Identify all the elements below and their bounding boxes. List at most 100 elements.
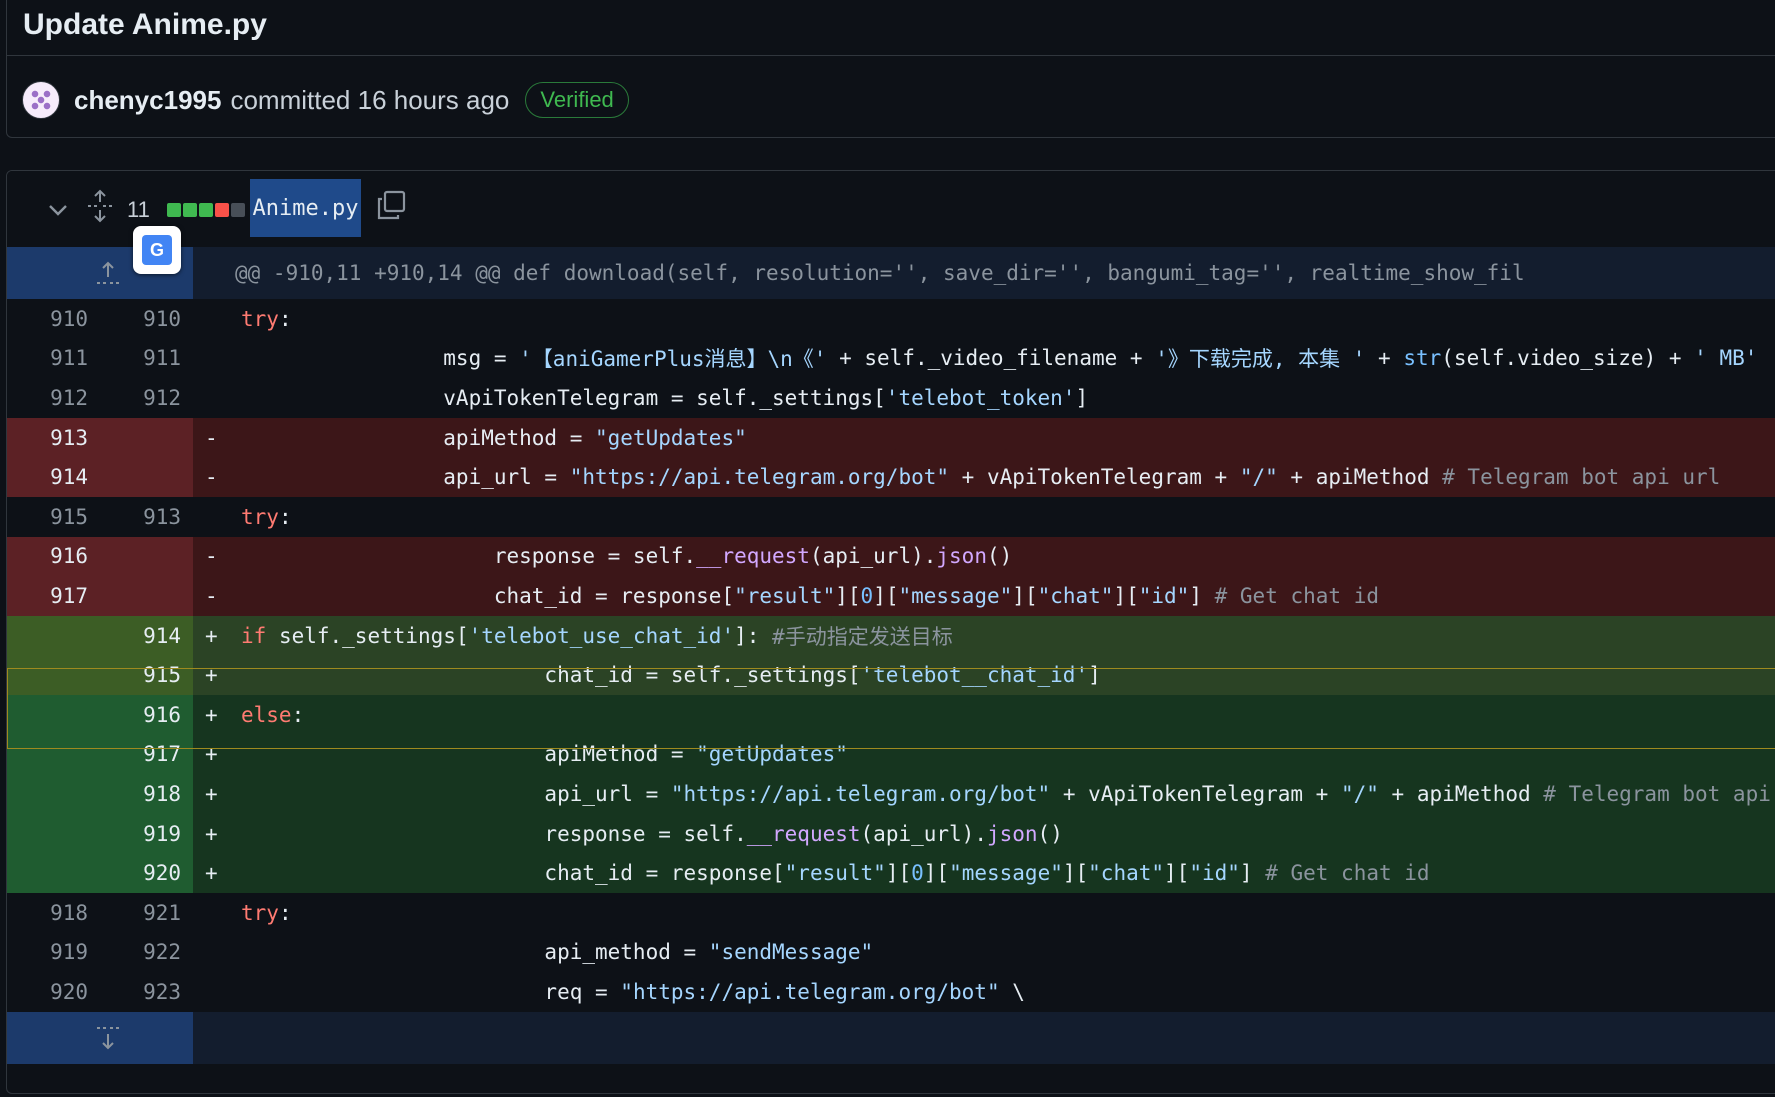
translate-glyph: G <box>142 235 172 265</box>
verified-badge[interactable]: Verified <box>525 82 629 118</box>
deleted-line: 913 - apiMethod = "getUpdates" <box>7 417 1775 458</box>
added-line: 917 + apiMethod = "getUpdates" <box>7 734 1775 775</box>
new-line-number[interactable]: 919 <box>100 813 193 854</box>
old-line-number[interactable]: 917 <box>7 576 100 616</box>
code-text: apiMethod = "getUpdates" <box>241 742 848 767</box>
chevron-down-icon[interactable] <box>43 195 73 225</box>
old-line-number[interactable]: 911 <box>7 339 100 379</box>
new-line-number[interactable]: 922 <box>100 933 193 973</box>
old-line-number[interactable] <box>7 853 100 893</box>
avatar[interactable] <box>22 81 60 119</box>
diffstat-block <box>231 203 245 217</box>
code-text: api_url = "https://api.telegram.org/bot"… <box>241 781 1771 806</box>
added-line: 918 + api_url = "https://api.telegram.org… <box>7 774 1775 814</box>
diffstat <box>167 203 245 217</box>
diff-marker: + <box>205 702 218 727</box>
old-line-number[interactable]: 919 <box>7 933 100 973</box>
commit-header: Update Anime.py chenyc1995 committed 16 … <box>6 0 1775 138</box>
old-line-number[interactable] <box>7 813 100 854</box>
old-line-number[interactable] <box>7 694 100 735</box>
hunk-gutter <box>7 1011 193 1064</box>
added-line: 915 + chat_id = self._settings['telebot__… <box>7 655 1775 695</box>
new-line-number[interactable]: 910 <box>100 299 193 339</box>
new-line-number[interactable]: 921 <box>100 893 193 933</box>
divider <box>7 55 1775 56</box>
code-text: if self._settings['telebot_use_chat_id']… <box>241 623 953 649</box>
hunk-header: @@ -910,11 +910,14 @@ def download(self,… <box>7 247 1775 299</box>
new-line-number[interactable]: 911 <box>100 339 193 379</box>
context-line: 918 921 try: <box>7 893 1775 933</box>
added-line: 916 + else: <box>7 694 1775 735</box>
old-line-number[interactable] <box>7 655 100 695</box>
old-line-number[interactable]: 910 <box>7 299 100 339</box>
old-line-number[interactable]: 920 <box>7 972 100 1012</box>
hunk-footer <box>7 1011 1775 1064</box>
unfold-icon[interactable] <box>85 189 115 223</box>
code-text: req = "https://api.telegram.org/bot" \ <box>241 979 1025 1004</box>
code-text: chat_id = response["result"][0]["message… <box>241 861 1430 886</box>
author-link[interactable]: chenyc1995 <box>74 85 221 116</box>
deleted-line: 916 - response = self. __request (api_url).… <box>7 536 1775 577</box>
old-line-number[interactable]: 913 <box>7 417 100 458</box>
commit-action-label: committed <box>230 84 351 115</box>
old-line-number[interactable]: 918 <box>7 893 100 933</box>
diff-marker: + <box>205 663 218 688</box>
new-line-number[interactable] <box>100 536 193 577</box>
new-line-number[interactable]: 917 <box>100 734 193 775</box>
new-line-number[interactable] <box>100 576 193 616</box>
new-line-number[interactable]: 913 <box>100 497 193 537</box>
diff-marker: - <box>205 425 218 450</box>
old-line-number[interactable] <box>7 734 100 775</box>
copy-icon[interactable] <box>375 189 407 221</box>
code-text: api_method = "sendMessage" <box>241 940 874 965</box>
code-text: try: <box>241 504 292 529</box>
diff-marker: - <box>205 465 218 490</box>
code-text: chat_id = response["result"][0]["message… <box>241 583 1379 608</box>
added-line: 914 + if self._settings['telebot_use_chat… <box>7 615 1775 656</box>
old-line-number[interactable]: 914 <box>7 457 100 497</box>
expand-up-icon[interactable] <box>95 259 121 287</box>
file-name-link[interactable]: Anime.py <box>250 179 361 237</box>
context-line: 915 913 try: <box>7 497 1775 537</box>
commit-meta: chenyc1995 committed 16 hours ago Verifi… <box>22 80 629 120</box>
added-line: 919 + response = self. __request (api_url).… <box>7 813 1775 854</box>
hunk-header-text: @@ -910,11 +910,14 @@ def download(self,… <box>235 261 1525 285</box>
diff-marker: + <box>205 821 218 846</box>
diffstat-block <box>183 203 197 217</box>
google-translate-icon[interactable]: G <box>133 226 181 274</box>
diff-marker: + <box>205 623 218 648</box>
commit-action: committed 16 hours ago <box>230 85 509 116</box>
diff-marker: + <box>205 742 218 767</box>
new-line-number[interactable] <box>100 417 193 458</box>
code-text: else: <box>241 702 305 727</box>
old-line-number[interactable]: 912 <box>7 378 100 418</box>
new-line-number[interactable]: 915 <box>100 655 193 695</box>
new-line-number[interactable]: 916 <box>100 694 193 735</box>
code-text: chat_id = self._settings['telebot__chat_… <box>241 663 1101 688</box>
new-line-number[interactable]: 912 <box>100 378 193 418</box>
old-line-number[interactable] <box>7 615 100 656</box>
old-line-number[interactable]: 915 <box>7 497 100 537</box>
old-line-number[interactable]: 916 <box>7 536 100 577</box>
code-text: try: <box>241 306 292 331</box>
diffstat-block <box>199 203 213 217</box>
new-line-number[interactable]: 923 <box>100 972 193 1012</box>
code-text: response = self. __request (api_url). json(… <box>241 544 1013 569</box>
new-line-number[interactable]: 914 <box>100 615 193 656</box>
deleted-line: 914 - api_url = "https://api.telegram.org… <box>7 457 1775 497</box>
diff-marker: + <box>205 781 218 806</box>
new-line-number[interactable]: 918 <box>100 774 193 814</box>
old-line-number[interactable] <box>7 774 100 814</box>
file-header: 11 Anime.py <box>7 171 1775 247</box>
new-line-number[interactable] <box>100 457 193 497</box>
change-count: 11 <box>127 197 150 222</box>
context-line: 911 911 msg = '【aniGamerPlus消息】\n《' + sel… <box>7 339 1775 379</box>
expand-down-icon[interactable] <box>95 1024 121 1052</box>
file-diff: 11 Anime.py G @@ -910,11 +910,14 @@ def … <box>6 170 1775 1094</box>
new-line-number[interactable]: 920 <box>100 853 193 893</box>
commit-time[interactable]: 16 hours ago <box>358 85 510 115</box>
code-text: response = self. __request (api_url). json(… <box>241 821 1063 846</box>
context-line: 912 912 vApiTokenTelegram = self._setting… <box>7 378 1775 418</box>
diff-marker: - <box>205 544 218 569</box>
code-text: try: <box>241 900 292 925</box>
